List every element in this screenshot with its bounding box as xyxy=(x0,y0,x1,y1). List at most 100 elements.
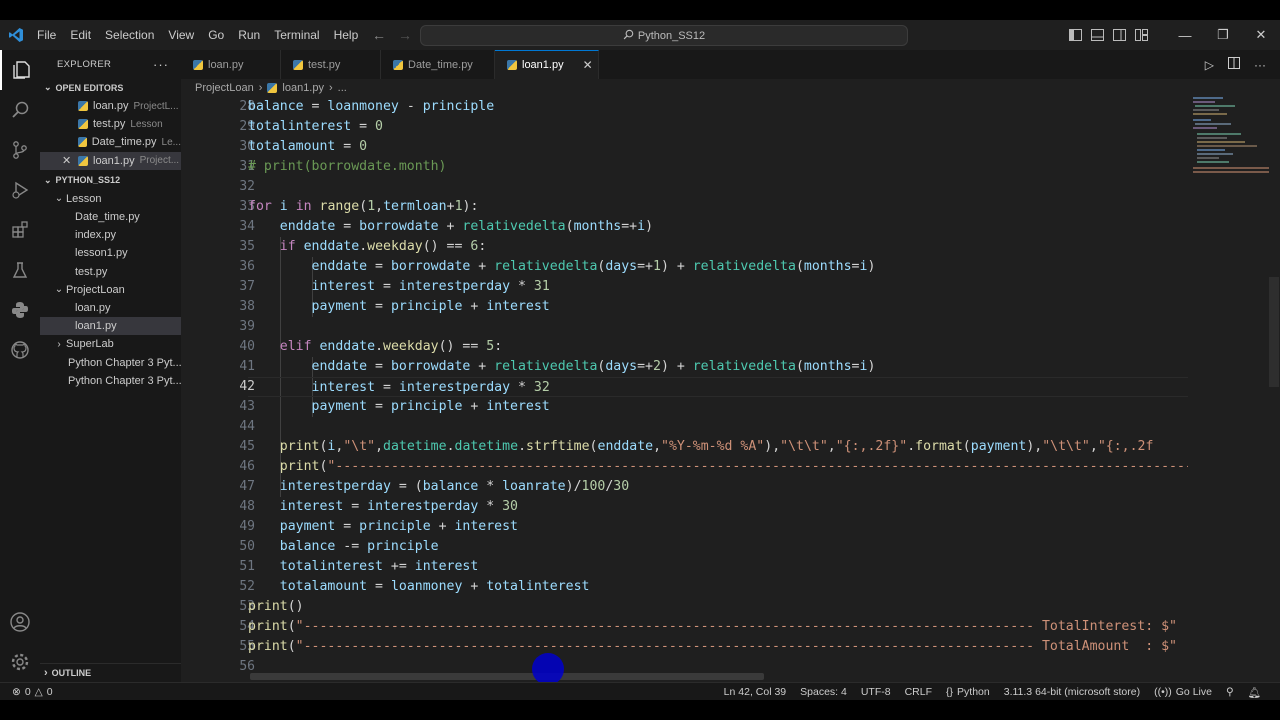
extensions-icon[interactable] xyxy=(0,210,40,250)
toggle-primary-sidebar-icon[interactable] xyxy=(1064,20,1086,50)
customize-layout-icon[interactable] xyxy=(1130,20,1152,50)
tree-file[interactable]: Python Chapter 3 Pyt... xyxy=(40,353,181,371)
problems-indicator[interactable]: ⊗ 0 △ 0 xyxy=(12,686,53,698)
accounts-icon[interactable]: ⚲ xyxy=(1219,686,1241,698)
toggle-secondary-sidebar-icon[interactable] xyxy=(1108,20,1130,50)
tree-file-selected[interactable]: loan1.py xyxy=(40,317,181,336)
breadcrumb-folder[interactable]: ProjectLoan xyxy=(195,82,254,94)
encoding[interactable]: UTF-8 xyxy=(854,686,898,698)
tree-file[interactable]: test.py xyxy=(40,263,181,281)
code-line[interactable] xyxy=(248,417,1188,437)
tree-file[interactable]: Python Chapter 3 Pyt... xyxy=(40,372,181,390)
code-line[interactable]: totalinterest = 0 xyxy=(248,117,1188,137)
breadcrumb-more[interactable]: ... xyxy=(338,82,347,94)
code-line[interactable]: enddate = borrowdate + relativedelta(day… xyxy=(248,357,1188,377)
menu-edit[interactable]: Edit xyxy=(63,20,98,50)
code-line[interactable]: elif enddate.weekday() == 5: xyxy=(248,337,1188,357)
language-mode[interactable]: {} Python xyxy=(939,686,997,698)
search-view-icon[interactable] xyxy=(0,90,40,130)
tree-file[interactable]: loan.py xyxy=(40,299,181,317)
tree-file[interactable]: lesson1.py xyxy=(40,244,181,262)
code-line[interactable]: # print(borrowdate.month) xyxy=(248,157,1188,177)
code-line[interactable]: print(i,"\t",datetime.datetime.strftime(… xyxy=(248,437,1188,457)
code-line[interactable]: print("---------------------------------… xyxy=(248,457,1188,477)
run-debug-icon[interactable] xyxy=(0,170,40,210)
command-center[interactable]: Python_SS12 xyxy=(420,25,908,46)
close-editor-icon[interactable]: ✕ xyxy=(62,154,73,167)
split-editor-icon[interactable] xyxy=(1228,57,1240,72)
vertical-scrollbar[interactable] xyxy=(1269,97,1279,637)
notifications-bell-icon[interactable]: 🔔︎ xyxy=(1241,686,1268,699)
folder-projectloan[interactable]: ⌄ ProjectLoan xyxy=(40,281,181,299)
code-line[interactable]: payment = principle + interest xyxy=(248,397,1188,417)
vertical-scrollbar-thumb[interactable] xyxy=(1269,277,1279,387)
menu-terminal[interactable]: Terminal xyxy=(267,20,326,50)
breadcrumb-file[interactable]: loan1.py xyxy=(282,82,324,94)
menu-go[interactable]: Go xyxy=(201,20,231,50)
code-line[interactable] xyxy=(248,177,1188,197)
horizontal-scrollbar-thumb[interactable] xyxy=(250,673,764,680)
restore-icon[interactable]: ❐ xyxy=(1204,20,1242,50)
open-editor-item[interactable]: loan.py ProjectL... xyxy=(40,97,181,115)
code-line[interactable]: interest = interestperday * 30 xyxy=(248,497,1188,517)
code-line[interactable]: payment = principle + interest xyxy=(248,297,1188,317)
code-line[interactable]: interestperday = (balance * loanrate)/10… xyxy=(248,477,1188,497)
code-line[interactable]: if enddate.weekday() == 6: xyxy=(248,237,1188,257)
menu-selection[interactable]: Selection xyxy=(98,20,161,50)
tab-test[interactable]: test.py xyxy=(281,50,381,79)
outline-section[interactable]: › OUTLINE xyxy=(40,663,181,682)
tab-loan[interactable]: loan.py xyxy=(181,50,281,79)
tree-file[interactable]: Date_time.py xyxy=(40,208,181,226)
menu-view[interactable]: View xyxy=(161,20,201,50)
code-line[interactable]: print() xyxy=(248,597,1188,617)
code-line[interactable]: balance = loanmoney - principle xyxy=(248,97,1188,117)
account-icon[interactable] xyxy=(0,602,40,642)
more-actions-icon[interactable]: ··· xyxy=(1254,58,1266,72)
github-icon[interactable] xyxy=(0,330,40,370)
tree-file[interactable]: index.py xyxy=(40,226,181,244)
end-of-line[interactable]: CRLF xyxy=(898,686,939,698)
code-line[interactable]: print("---------------------------------… xyxy=(248,637,1188,657)
testing-icon[interactable] xyxy=(0,250,40,290)
cursor-position[interactable]: Ln 42, Col 39 xyxy=(717,686,793,698)
code-line[interactable]: interest = interestperday * 31 xyxy=(248,277,1188,297)
toggle-panel-icon[interactable] xyxy=(1086,20,1108,50)
code-line[interactable]: balance -= principle xyxy=(248,537,1188,557)
go-live-button[interactable]: ((•)) Go Live xyxy=(1147,686,1219,698)
close-window-icon[interactable]: ✕ xyxy=(1242,20,1280,50)
folder-superlab[interactable]: › SuperLab xyxy=(40,335,181,353)
open-editor-item[interactable]: Date_time.py Le... xyxy=(40,133,181,151)
settings-gear-icon[interactable] xyxy=(0,642,40,682)
minimap[interactable] xyxy=(1193,97,1273,177)
code-line[interactable]: totalinterest += interest xyxy=(248,557,1188,577)
folder-lesson[interactable]: ⌄ Lesson xyxy=(40,190,181,208)
tab-date-time[interactable]: Date_time.py xyxy=(381,50,495,79)
more-actions-icon[interactable]: ··· xyxy=(153,57,169,72)
python-interpreter[interactable]: 3.11.3 64-bit (microsoft store) xyxy=(997,686,1147,698)
code-line[interactable]: payment = principle + interest xyxy=(248,517,1188,537)
menu-help[interactable]: Help xyxy=(327,20,366,50)
menu-file[interactable]: File xyxy=(30,20,63,50)
tab-loan1[interactable]: loan1.py ✕ xyxy=(495,50,599,79)
indentation[interactable]: Spaces: 4 xyxy=(793,686,854,698)
code-line[interactable]: totalamount = 0 xyxy=(248,137,1188,157)
open-editor-item[interactable]: test.py Lesson xyxy=(40,115,181,133)
code-line[interactable]: enddate = borrowdate + relativedelta(mon… xyxy=(248,217,1188,237)
minimize-icon[interactable]: — xyxy=(1166,20,1204,50)
code-line[interactable]: enddate = borrowdate + relativedelta(day… xyxy=(248,257,1188,277)
open-editor-item-active[interactable]: ✕ loan1.py Project... xyxy=(40,151,181,170)
code-line[interactable]: for i in range(1,termloan+1): xyxy=(248,197,1188,217)
source-control-icon[interactable] xyxy=(0,130,40,170)
menu-run[interactable]: Run xyxy=(231,20,267,50)
code-line[interactable] xyxy=(248,317,1188,337)
workspace-section[interactable]: ⌄ PYTHON_SS12 xyxy=(40,171,181,190)
run-file-icon[interactable]: ▷ xyxy=(1205,58,1214,72)
close-tab-icon[interactable]: ✕ xyxy=(583,58,593,72)
code-line[interactable]: totalamount = loanmoney + totalinterest xyxy=(248,577,1188,597)
code-editor[interactable]: ProjectLoan › loan1.py › ... 28 29 30 31… xyxy=(181,79,1280,682)
open-editors-section[interactable]: ⌄ OPEN EDITORS xyxy=(40,78,181,97)
code-line[interactable]: print("---------------------------------… xyxy=(248,617,1188,637)
python-icon[interactable] xyxy=(0,290,40,330)
back-arrow-icon[interactable]: ← xyxy=(372,27,386,43)
code-line-current[interactable]: interest = interestperday * 32 xyxy=(248,377,1188,397)
